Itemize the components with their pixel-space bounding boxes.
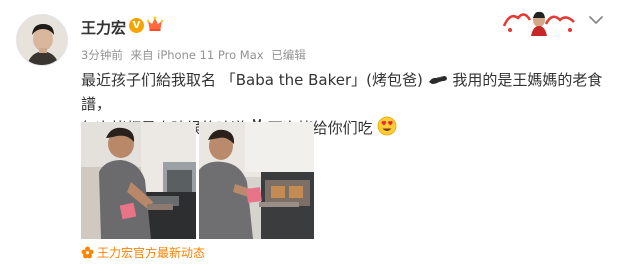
post-text-part: 最近孩子们給我取名 「Baba the Baker」(烤包爸) [81, 71, 423, 89]
source-label[interactable]: 王力宏官方最新动态 [97, 246, 205, 260]
fist-bump-icon [428, 76, 447, 84]
photo-baking-1[interactable] [81, 122, 196, 239]
post-time[interactable]: 3分钟前 [81, 48, 123, 62]
post-line-1: 最近孩子们給我取名 「Baba the Baker」(烤包爸) 我用的是王媽媽的… [81, 68, 606, 116]
heart-eyes-icon [377, 116, 397, 136]
crown-icon [146, 16, 164, 31]
avatar[interactable] [16, 14, 68, 66]
verified-badge: V [129, 18, 144, 33]
post-device: 来自 iPhone 11 Pro Max [130, 48, 264, 62]
source-link[interactable]: 王力宏官方最新动态 [81, 244, 205, 261]
flower-icon [81, 246, 94, 259]
chevron-down-icon[interactable] [588, 14, 604, 26]
author-name[interactable]: 王力宏 [81, 17, 126, 38]
decorative-banner-icon [502, 11, 576, 36]
weibo-post-card: 王力宏 V 3分钟前 来自 iPhone 11 Pro Max 已编辑 最近孩子… [0, 0, 620, 271]
post-meta: 3分钟前 来自 iPhone 11 Pro Max 已编辑 [81, 47, 310, 63]
photo-baking-2[interactable] [199, 122, 314, 239]
post-edited[interactable]: 已编辑 [271, 48, 306, 62]
